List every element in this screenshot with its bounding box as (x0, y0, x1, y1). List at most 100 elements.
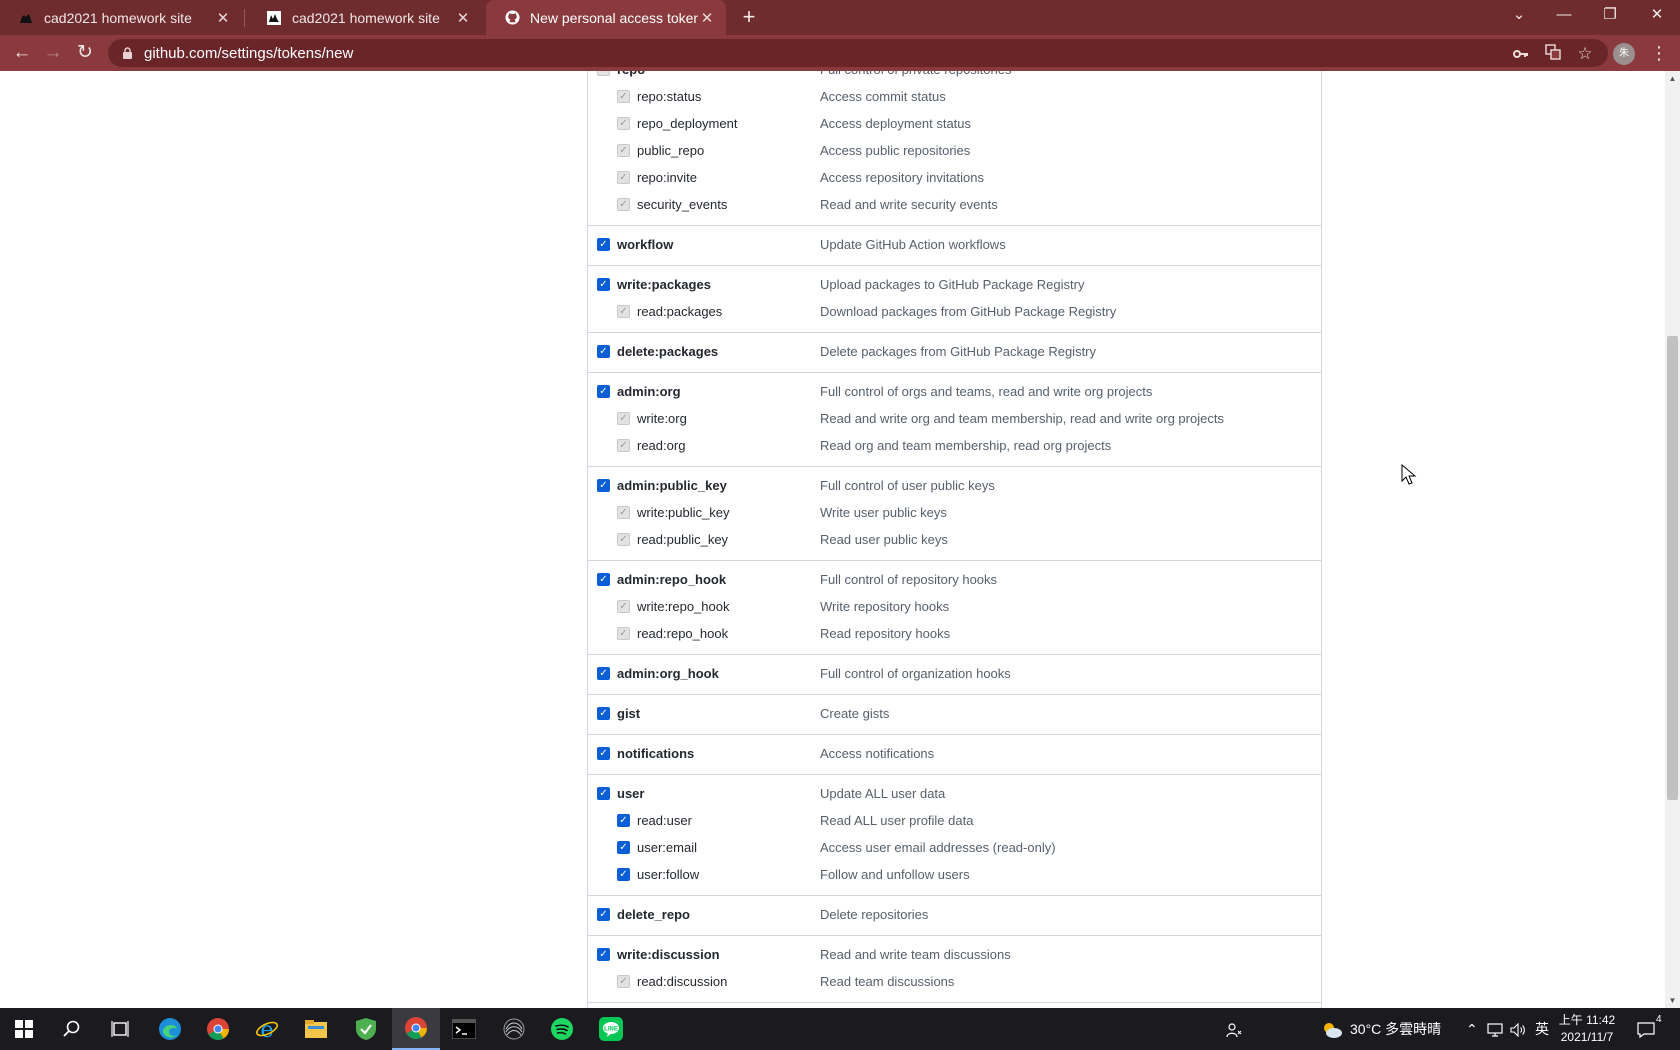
address-bar[interactable]: github.com/settings/tokens/new (108, 39, 1608, 67)
back-arrow-icon[interactable]: ← (9, 40, 35, 66)
weather-icon[interactable] (1321, 1008, 1343, 1050)
show-hidden-icons-icon[interactable]: ⌃ (1466, 1008, 1478, 1050)
ie-icon[interactable]: e (243, 1008, 291, 1050)
chrome-active-icon[interactable] (392, 1008, 440, 1050)
tab-title: cad2021 homework site (292, 9, 440, 26)
close-icon[interactable]: ✕ (454, 9, 472, 27)
edge-icon[interactable] (146, 1008, 194, 1050)
minimize-button[interactable]: — (1541, 0, 1587, 30)
scope-row: ✓ delete:packages Delete packages from Git… (588, 339, 1321, 366)
scope-checkbox[interactable]: ✓ (597, 385, 610, 398)
notification-center-icon[interactable]: 4 (1636, 1008, 1670, 1050)
forward-arrow-icon[interactable]: → (40, 40, 66, 66)
chrome-icon[interactable] (194, 1008, 242, 1050)
ime-indicator[interactable]: 英 (1535, 1008, 1549, 1050)
scope-checkbox[interactable]: ✓ (617, 841, 630, 854)
close-icon[interactable]: ✕ (698, 9, 716, 27)
scope-group: ✓ workflow Update GitHub Action workflows (588, 226, 1321, 266)
scope-row: ✓ write:repo_hook Write repository hooks (588, 594, 1321, 621)
scope-row: ✓ notifications Access notifications (588, 741, 1321, 768)
wacom-icon[interactable] (490, 1008, 538, 1050)
start-icon[interactable] (0, 1008, 48, 1050)
scope-description: Access repository invitations (820, 170, 985, 185)
scope-group: ✓ write:discussion Read and write team dis… (588, 936, 1321, 1003)
scope-checkbox[interactable]: ✓ (597, 707, 610, 720)
mouse-cursor-icon (1401, 464, 1417, 485)
scope-checkbox[interactable]: ✓ (617, 868, 630, 881)
scope-row: ✓ delete_repo Delete repositories (588, 902, 1321, 929)
tab-new-token[interactable]: New personal access token ✕ (486, 0, 726, 35)
scope-group: ✓ delete_repo Delete repositories (588, 896, 1321, 936)
search-icon[interactable] (48, 1008, 96, 1050)
bookmark-star-icon[interactable]: ☆ (1575, 44, 1595, 64)
scope-checkbox: ✓ (617, 533, 630, 546)
spotify-icon[interactable] (538, 1008, 586, 1050)
scope-checkbox[interactable]: ✓ (597, 278, 610, 291)
scope-row: ✓ repo:invite Access repository invitation… (588, 165, 1321, 192)
translate-icon[interactable] (1543, 44, 1563, 64)
scope-row: ✓ read:discussion Read team discussions (588, 969, 1321, 996)
scope-name: gist (617, 706, 641, 721)
scope-row: ✓ repo:status Access commit status (588, 84, 1321, 111)
weather-text[interactable]: 30°C 多雲時晴 (1350, 1008, 1441, 1050)
page-content: ✓ repo Full control of private repositorie… (0, 71, 1665, 1008)
shield-app-icon[interactable] (342, 1008, 390, 1050)
people-icon[interactable] (1226, 1008, 1246, 1050)
avatar[interactable]: 朱 (1613, 43, 1635, 65)
scope-checkbox: ✓ (617, 600, 630, 613)
terminal-icon[interactable] (440, 1008, 488, 1050)
scope-row: ✓ read:repo_hook Read repository hooks (588, 621, 1321, 648)
scope-group: ✓ admin:public_key Full control of user pu… (588, 467, 1321, 561)
scope-row: ✓ read:packages Download packages from Git… (588, 299, 1321, 326)
volume-icon[interactable] (1510, 1008, 1526, 1050)
scope-row: ✓ write:discussion Read and write team dis… (588, 942, 1321, 969)
key-icon[interactable] (1511, 44, 1531, 64)
scope-description: Full control of orgs and teams, read and… (820, 384, 1153, 399)
scroll-down-arrow-icon[interactable]: ▼ (1665, 993, 1680, 1008)
windows-taskbar: e LINE 30°C 多雲時晴 ⌃ 英 上午 11:42 2021/11/7 … (0, 1008, 1680, 1050)
scope-description: Read team discussions (820, 974, 955, 989)
scope-name: repo (617, 71, 645, 77)
network-icon[interactable] (1487, 1008, 1503, 1050)
scope-name: repo:status (637, 89, 702, 104)
scope-group: ✓ admin:org_hook Full control of organizat… (588, 655, 1321, 695)
scope-checkbox: ✓ (617, 144, 630, 157)
scope-checkbox: ✓ (617, 305, 630, 318)
kebab-menu-icon[interactable]: ⋮ (1650, 41, 1668, 65)
file-explorer-icon[interactable] (292, 1008, 340, 1050)
scope-checkbox[interactable]: ✓ (597, 787, 610, 800)
tab-cad-1[interactable]: cad2021 homework site ✕ (0, 0, 242, 35)
scope-row: ✓ write:public_key Write user public keys (588, 500, 1321, 527)
window-close-button[interactable]: ✕ (1634, 0, 1680, 30)
scope-description: Write repository hooks (820, 599, 950, 614)
scope-checkbox[interactable]: ✓ (597, 345, 610, 358)
scope-checkbox[interactable]: ✓ (597, 573, 610, 586)
scope-checkbox[interactable]: ✓ (597, 238, 610, 251)
lock-icon[interactable] (122, 47, 134, 59)
scope-checkbox[interactable]: ✓ (597, 479, 610, 492)
line-icon[interactable]: LINE (587, 1008, 635, 1050)
page-scrollbar[interactable]: ▲ ▼ (1665, 71, 1680, 1008)
scope-row: ✓ read:user Read ALL user profile data (588, 808, 1321, 835)
scroll-up-arrow-icon[interactable]: ▲ (1665, 71, 1680, 86)
scope-checkbox[interactable]: ✓ (597, 948, 610, 961)
clock-date: 2021/11/7 (1560, 1030, 1614, 1044)
clock[interactable]: 上午 11:42 2021/11/7 (1552, 1012, 1622, 1046)
scope-checkbox[interactable]: ✓ (597, 747, 610, 760)
scrollbar-thumb[interactable] (1667, 336, 1678, 800)
scope-checkbox[interactable]: ✓ (597, 667, 610, 680)
scope-name: notifications (617, 746, 695, 761)
close-icon[interactable]: ✕ (214, 9, 232, 27)
scope-checkbox[interactable]: ✓ (597, 908, 610, 921)
scope-name: write:packages (617, 277, 711, 292)
scope-name: user:follow (637, 867, 700, 882)
scope-row: ✓ user Update ALL user data (588, 781, 1321, 808)
tab-search-icon[interactable]: ⌄ (1496, 0, 1542, 30)
reload-icon[interactable]: ↻ (72, 40, 98, 66)
scope-group: ✓ admin:org Full control of orgs and teams… (588, 373, 1321, 467)
new-tab-button[interactable]: + (736, 4, 762, 30)
scope-checkbox[interactable]: ✓ (617, 814, 630, 827)
restore-button[interactable]: ❐ (1587, 0, 1633, 30)
task-view-icon[interactable] (96, 1008, 144, 1050)
tab-cad-2[interactable]: cad2021 homework site ✕ (248, 0, 482, 35)
